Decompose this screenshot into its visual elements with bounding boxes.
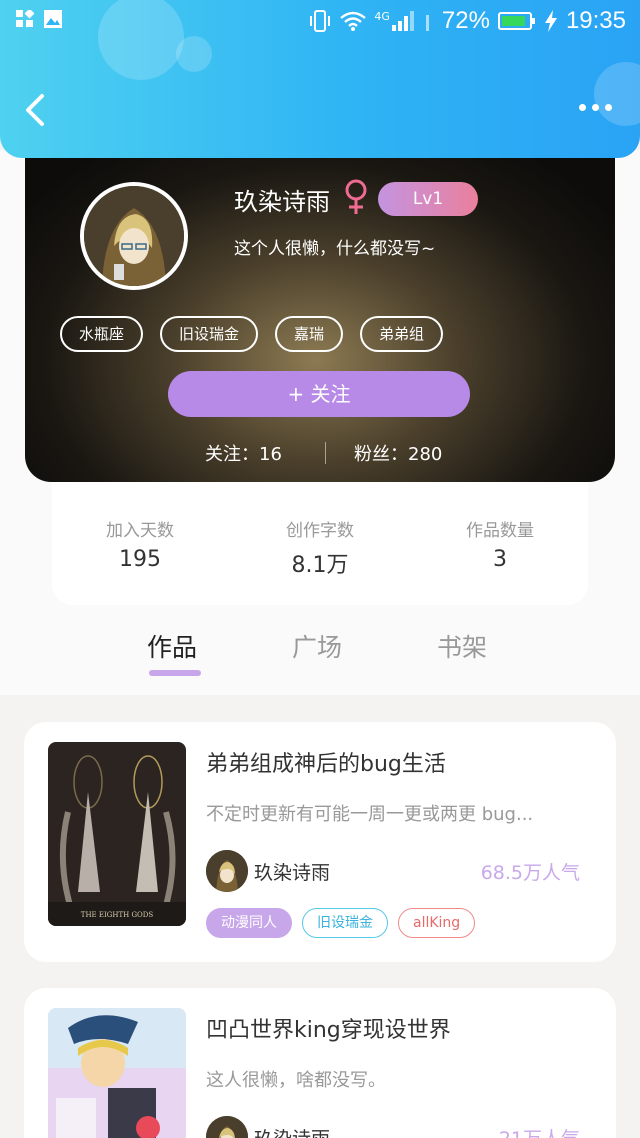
level-badge: Lv1 xyxy=(378,182,478,216)
work-title[interactable]: 弟弟组成神后的bug生活 xyxy=(206,746,446,778)
profile-tag[interactable]: 嘉瑞 xyxy=(275,316,344,352)
back-arrow-icon[interactable] xyxy=(22,92,50,128)
female-icon xyxy=(345,179,367,214)
following-count[interactable]: 关注：16 xyxy=(205,440,282,466)
work-cover[interactable] xyxy=(48,1008,186,1138)
stat-value: 3 xyxy=(493,547,507,572)
follow-button[interactable]: + 关注 xyxy=(168,371,470,417)
more-options-icon[interactable] xyxy=(579,104,612,111)
gallery-icon xyxy=(44,10,62,28)
status-bar: 4G 72% 19:35 xyxy=(0,0,640,42)
profile-tag[interactable]: 弟弟组 xyxy=(360,316,444,352)
author-avatar[interactable] xyxy=(206,850,248,892)
stat-label: 创作字数 xyxy=(286,521,354,541)
username: 玖染诗雨 xyxy=(234,188,330,216)
stat-work-count: 作品数量 3 xyxy=(420,516,580,572)
clock: 19:35 xyxy=(565,7,626,34)
work-tag[interactable]: 旧设瑞金 xyxy=(302,908,388,938)
work-card[interactable]: THE EIGHTH GODS 弟弟组成神后的bug生活 不定时更新有可能一周一… xyxy=(24,722,616,962)
tab-bookshelf[interactable]: 书架 xyxy=(437,628,487,664)
work-cover[interactable]: THE EIGHTH GODS xyxy=(48,742,186,926)
stat-label: 加入天数 xyxy=(106,521,174,541)
signal-2-icon xyxy=(425,15,429,31)
tab-indicator xyxy=(149,670,201,676)
popularity-count: 68.5万人气 xyxy=(480,862,580,884)
stat-join-days: 加入天数 195 xyxy=(60,516,220,572)
stat-value: 8.1万 xyxy=(291,553,349,578)
profile-tags: 水瓶座 旧设瑞金 嘉瑞 弟弟组 xyxy=(60,316,444,352)
work-description: 这人很懒，啥都没写。 xyxy=(206,1070,386,1091)
tab-square[interactable]: 广场 xyxy=(292,628,342,664)
profile-card: 玖染诗雨 Lv1 这个人很懒，什么都没写~ 水瓶座 旧设瑞金 嘉瑞 弟弟组 + … xyxy=(25,150,615,482)
stats-card: 加入天数 195 创作字数 8.1万 作品数量 3 xyxy=(52,482,588,605)
author-avatar[interactable] xyxy=(206,1116,248,1138)
author-name[interactable]: 玖染诗雨 xyxy=(254,858,330,885)
battery-percent: 72% xyxy=(441,7,490,34)
tab-works[interactable]: 作品 xyxy=(147,628,197,664)
work-tag[interactable]: allKing xyxy=(398,908,476,938)
work-card[interactable]: 凹凸世界king穿现设世界 这人很懒，啥都没写。 玖染诗雨 21万人气 xyxy=(24,988,616,1138)
popularity-count: 21万人气 xyxy=(499,1124,580,1138)
profile-tag[interactable]: 旧设瑞金 xyxy=(160,316,259,352)
charging-icon xyxy=(544,10,557,32)
author-name[interactable]: 玖染诗雨 xyxy=(254,1124,330,1138)
work-description: 不定时更新有可能一周一更或两更 bug... xyxy=(206,804,534,825)
fans-count[interactable]: 粉丝：280 xyxy=(354,440,442,466)
work-tag[interactable]: 动漫同人 xyxy=(206,908,292,938)
avatar[interactable] xyxy=(80,182,188,290)
follow-stats: 关注：16 粉丝：280 xyxy=(25,440,615,466)
stat-value: 195 xyxy=(119,547,161,572)
header-bar: 4G 72% 19:35 xyxy=(0,0,640,158)
vibrate-icon xyxy=(310,10,331,32)
cover-title: THE EIGHTH GODS xyxy=(81,911,154,919)
work-title[interactable]: 凹凸世界king穿现设世界 xyxy=(206,1012,451,1044)
tab-bar: 作品 广场 书架 xyxy=(0,620,640,695)
decor-bubble xyxy=(594,62,640,126)
stat-word-count: 创作字数 8.1万 xyxy=(240,516,400,579)
user-bio: 这个人很懒，什么都没写~ xyxy=(234,239,436,259)
battery-icon xyxy=(497,12,535,30)
work-tags: 动漫同人 旧设瑞金 allKing xyxy=(206,908,476,938)
app-grid-icon xyxy=(16,10,34,27)
network-type: 4G xyxy=(374,9,390,23)
profile-tag[interactable]: 水瓶座 xyxy=(60,316,144,352)
divider xyxy=(325,442,326,464)
stat-label: 作品数量 xyxy=(466,521,534,541)
signal-icon xyxy=(391,11,414,31)
wifi-icon xyxy=(340,11,367,31)
